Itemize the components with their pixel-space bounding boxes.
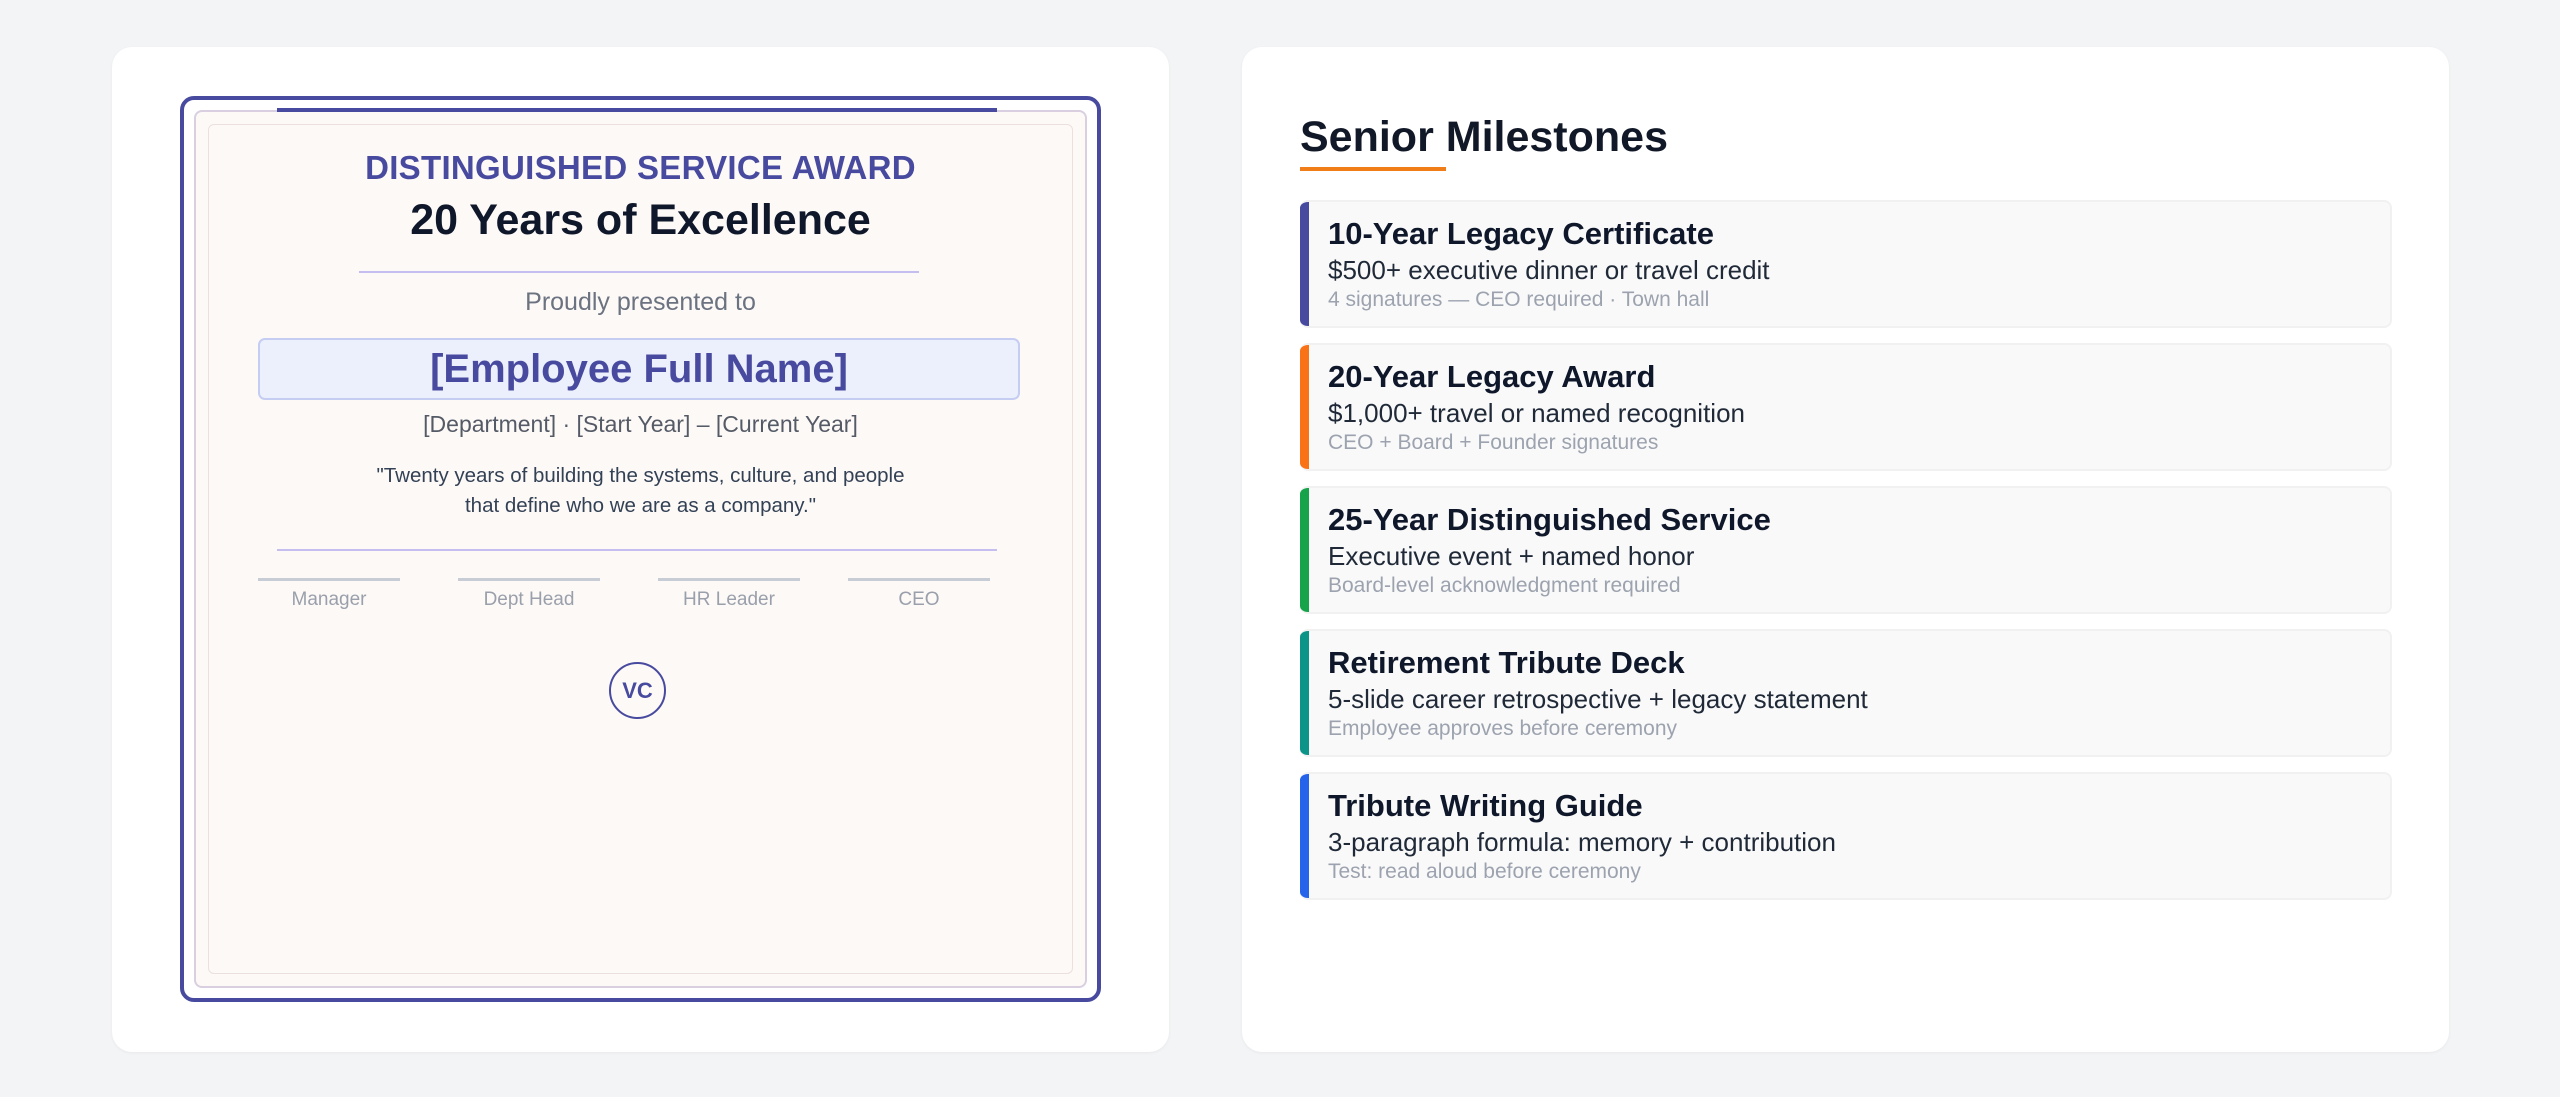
milestone-description: $1,000+ travel or named recognition (1328, 398, 1745, 428)
presented-to-label: Proudly presented to (525, 288, 756, 316)
certificate-mid-border: DISTINGUISHED SERVICE AWARD 20 Years of … (194, 108, 1087, 988)
milestone-note: Board-level acknowledgment required (1328, 574, 1681, 597)
signature-line (458, 578, 600, 581)
award-subtitle: 20 Years of Excellence (410, 196, 871, 244)
milestone-accent-bar (1300, 488, 1309, 612)
signature-label: Dept Head (483, 589, 575, 610)
milestone-description: Executive event + named honor (1328, 541, 1695, 571)
milestone-accent-bar (1300, 202, 1309, 326)
milestone-writing-guide[interactable]: Tribute Writing Guide 3-paragraph formul… (1300, 772, 2392, 900)
title-underline (1300, 167, 1446, 171)
department-years-line: [Department] · [Start Year] – [Current Y… (423, 411, 858, 437)
signature-dept-head: Dept Head (458, 578, 600, 611)
milestone-title: 25-Year Distinguished Service (1328, 502, 1771, 537)
milestone-note: 4 signatures — CEO required · Town hall (1328, 288, 1710, 311)
milestone-accent-bar (1300, 631, 1309, 755)
signature-line (848, 578, 990, 581)
milestone-25-year[interactable]: 25-Year Distinguished Service Executive … (1300, 486, 2392, 614)
company-seal-icon: VC (609, 662, 666, 719)
signature-divider (277, 549, 997, 551)
quote-line-1: "Twenty years of building the systems, c… (376, 464, 905, 487)
milestone-title: 20-Year Legacy Award (1328, 359, 1656, 394)
milestone-description: $500+ executive dinner or travel credit (1328, 255, 1770, 285)
milestone-accent-bar (1300, 345, 1309, 469)
signature-line (258, 578, 400, 581)
signature-hr-leader: HR Leader (658, 578, 800, 611)
signature-label: CEO (898, 589, 940, 610)
milestone-retirement-deck[interactable]: Retirement Tribute Deck 5-slide career r… (1300, 629, 2392, 757)
employee-name-field[interactable]: [Employee Full Name] (258, 338, 1020, 400)
certificate-card: DISTINGUISHED SERVICE AWARD 20 Years of … (112, 47, 1169, 1052)
milestone-10-year[interactable]: 10-Year Legacy Certificate $500+ executi… (1300, 200, 2392, 328)
signature-label: Manager (291, 589, 367, 610)
milestone-description: 3-paragraph formula: memory + contributi… (1328, 827, 1836, 857)
signature-label: HR Leader (683, 589, 775, 610)
signature-ceo: CEO (848, 578, 990, 611)
milestone-title: Tribute Writing Guide (1328, 788, 1643, 823)
milestone-title: 10-Year Legacy Certificate (1328, 216, 1714, 251)
milestone-20-year[interactable]: 20-Year Legacy Award $1,000+ travel or n… (1300, 343, 2392, 471)
subtitle-divider (359, 271, 919, 273)
quote-line-2: that define who we are as a company." (464, 494, 817, 517)
signature-line (658, 578, 800, 581)
milestone-description: 5-slide career retrospective + legacy st… (1328, 684, 1868, 714)
milestone-note: Employee approves before ceremony (1328, 717, 1678, 740)
certificate-frame: DISTINGUISHED SERVICE AWARD 20 Years of … (180, 96, 1101, 1002)
milestones-panel: Senior Milestones 10-Year Legacy Certifi… (1242, 47, 2449, 1052)
award-title: DISTINGUISHED SERVICE AWARD (365, 149, 916, 186)
award-quote: "Twenty years of building the systems, c… (356, 461, 925, 521)
top-rule (277, 108, 997, 112)
milestone-note: Test: read aloud before ceremony (1328, 860, 1641, 883)
signature-manager: Manager (258, 578, 400, 611)
milestone-note: CEO + Board + Founder signatures (1328, 431, 1659, 454)
milestone-title: Retirement Tribute Deck (1328, 645, 1685, 680)
milestone-accent-bar (1300, 774, 1309, 898)
panel-title: Senior Milestones (1300, 113, 1668, 161)
